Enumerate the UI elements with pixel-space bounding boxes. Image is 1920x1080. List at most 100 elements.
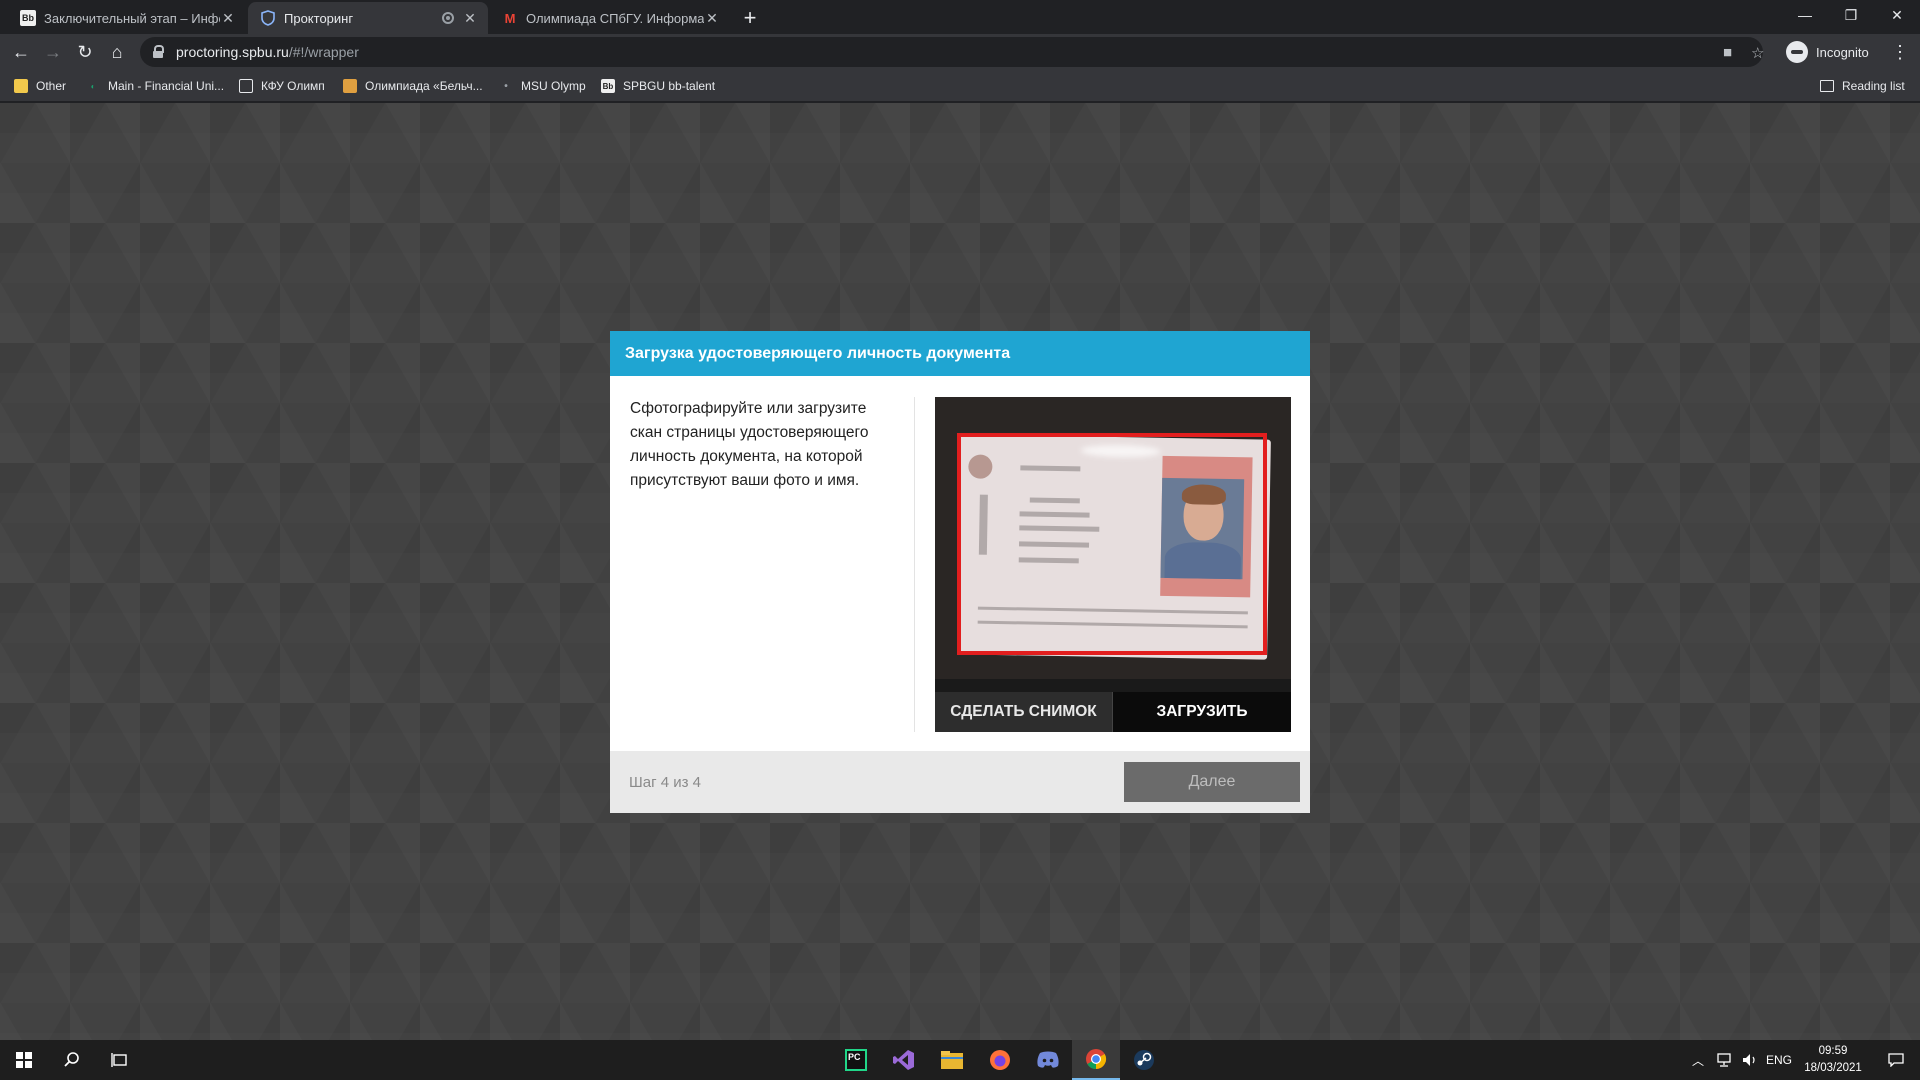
tab-spbu-olympiad[interactable]: M Олимпиада СПбГУ. Информати ✕ [490, 2, 730, 34]
search-button[interactable] [48, 1040, 96, 1080]
dialog-body: Сфотографируйте или загрузите скан стран… [610, 376, 1310, 751]
pycharm-app[interactable]: PC [832, 1040, 880, 1080]
forward-button[interactable]: → [39, 38, 67, 66]
language-label: ENG [1766, 1053, 1793, 1067]
profile-button[interactable]: Incognito [1786, 37, 1869, 67]
back-button[interactable]: ← [7, 38, 35, 66]
tab-title: Прокторинг [284, 10, 354, 26]
discord-icon [1037, 1051, 1059, 1068]
blackboard-icon: Bb [601, 79, 615, 93]
lock-icon[interactable] [152, 45, 166, 59]
document-capture-panel: СДЕЛАТЬ СНИМОК ЗАГРУЗИТЬ [935, 397, 1291, 732]
camera-preview [935, 397, 1291, 679]
close-tab-icon[interactable]: ✕ [704, 10, 720, 26]
system-clock[interactable]: 09:59 18/03/2021 [1798, 1043, 1868, 1077]
bookmark-belch[interactable]: Олимпиада «Бельч... [343, 76, 483, 96]
close-window-button[interactable]: ✕ [1874, 0, 1920, 30]
steam-icon [1134, 1050, 1154, 1070]
dialog-header: Загрузка удостоверяющего личность докуме… [610, 331, 1310, 376]
bookmark-msu[interactable]: • MSU Olymp [499, 76, 586, 96]
address-bar[interactable]: proctoring.spbu.ru /#!/wrapper ■ ☆ [140, 37, 1764, 67]
chrome-app[interactable] [1072, 1040, 1120, 1080]
page-viewport: Загрузка удостоверяющего личность докуме… [0, 103, 1920, 1040]
dialog-footer: Шаг 4 из 4 Далее [610, 751, 1310, 813]
browser-menu-button[interactable]: ⋮ [1888, 38, 1912, 66]
leaf-icon: ◐ [90, 81, 96, 91]
bookmark-label: Other [36, 79, 67, 93]
profile-label: Incognito [1816, 44, 1869, 60]
take-snapshot-button[interactable]: СДЕЛАТЬ СНИМОК [935, 692, 1113, 732]
recording-indicator-icon [442, 12, 454, 24]
bookmark-label: КФУ Олимп [261, 79, 325, 93]
task-view-button[interactable] [96, 1040, 144, 1080]
clock-time: 09:59 [1818, 1045, 1848, 1057]
task-view-icon [111, 1053, 127, 1067]
chrome-icon [1086, 1049, 1107, 1070]
step-indicator: Шаг 4 из 4 [629, 773, 702, 791]
blackboard-icon: Bb [20, 10, 36, 26]
bookmarks-bar: Other ◐ Main - Financial Uni... КФУ Олим… [0, 70, 1920, 102]
url-host: proctoring.spbu.ru [176, 44, 289, 60]
dialog-title: Загрузка удостоверяющего личность докуме… [625, 344, 1011, 362]
building-icon [239, 79, 253, 93]
bookmark-label: MSU Olymp [521, 79, 586, 93]
tab-title: Заключительный этап – Инфор [44, 10, 220, 26]
restore-button[interactable]: ❐ [1828, 0, 1874, 30]
visual-studio-icon [893, 1050, 914, 1070]
bookmark-other[interactable]: Other [14, 76, 66, 96]
instructions-text: Сфотографируйте или загрузите скан стран… [630, 400, 869, 489]
bookmark-label: Олимпиада «Бельч... [365, 79, 483, 93]
upload-button[interactable]: ЗАГРУЗИТЬ [1113, 692, 1291, 732]
clock-date: 18/03/2021 [1804, 1062, 1862, 1074]
action-center-button[interactable] [1876, 1040, 1916, 1080]
bookmark-spbgu[interactable]: Bb SPBGU bb-talent [601, 76, 715, 96]
bookmark-star-icon[interactable]: ☆ [1751, 44, 1764, 62]
reading-list-button[interactable]: Reading list [1820, 76, 1905, 96]
camera-in-use-icon[interactable]: ■ [1723, 44, 1732, 61]
capture-buttons: СДЕЛАТЬ СНИМОК ЗАГРУЗИТЬ [935, 692, 1291, 732]
bookmark-label: Main - Financial Uni... [108, 79, 225, 93]
reading-list-icon [1820, 80, 1834, 92]
tab-olympiad-final[interactable]: Bb Заключительный этап – Инфор ✕ [8, 2, 246, 34]
bookmark-financial-uni[interactable]: ◐ Main - Financial Uni... [86, 76, 224, 96]
close-tab-icon[interactable]: ✕ [462, 10, 478, 26]
start-button[interactable] [0, 1040, 48, 1080]
visual-studio-app[interactable] [880, 1040, 928, 1080]
divider [914, 397, 915, 732]
volume-icon[interactable] [1742, 1040, 1758, 1080]
dot-icon: • [504, 80, 508, 92]
search-icon [64, 1052, 79, 1067]
discord-app[interactable] [1024, 1040, 1072, 1080]
folder-icon [14, 79, 28, 93]
tab-proctoring[interactable]: Прокторинг ✕ [248, 2, 488, 34]
firefox-app[interactable] [976, 1040, 1024, 1080]
new-tab-button[interactable]: + [736, 4, 764, 32]
file-explorer-icon [941, 1051, 963, 1069]
gmail-icon: M [504, 10, 516, 26]
network-icon[interactable] [1716, 1040, 1734, 1080]
minimize-button[interactable]: — [1782, 0, 1828, 30]
bookmark-label: SPBGU bb-talent [623, 79, 716, 93]
reading-list-label: Reading list [1842, 79, 1905, 93]
reload-button[interactable]: ↻ [71, 38, 99, 66]
incognito-icon [1786, 41, 1808, 63]
next-button[interactable]: Далее [1124, 762, 1300, 802]
id-upload-dialog: Загрузка удостоверяющего личность докуме… [610, 331, 1310, 813]
bookmark-kfu[interactable]: КФУ Олимп [239, 76, 325, 96]
language-indicator[interactable]: ENG [1766, 1040, 1792, 1080]
firefox-icon [990, 1050, 1010, 1070]
grid-icon [343, 79, 357, 93]
windows-icon [16, 1052, 32, 1068]
windows-taskbar: PC ︿ ENG 09:59 18/03/2021 [0, 1040, 1920, 1080]
steam-app[interactable] [1120, 1040, 1168, 1080]
show-hidden-icons-button[interactable]: ︿ [1692, 1040, 1704, 1080]
file-explorer-app[interactable] [928, 1040, 976, 1080]
chevron-up-icon: ︿ [1692, 1053, 1705, 1068]
shield-icon [260, 10, 276, 26]
browser-toolbar: ← → ↻ ⌂ proctoring.spbu.ru /#!/wrapper ■… [0, 34, 1920, 70]
pycharm-icon: PC [845, 1049, 867, 1071]
home-button[interactable]: ⌂ [103, 38, 131, 66]
browser-tabstrip: Bb Заключительный этап – Инфор ✕ Проктор… [0, 0, 1920, 34]
notification-icon [1888, 1053, 1904, 1067]
close-tab-icon[interactable]: ✕ [220, 10, 236, 26]
